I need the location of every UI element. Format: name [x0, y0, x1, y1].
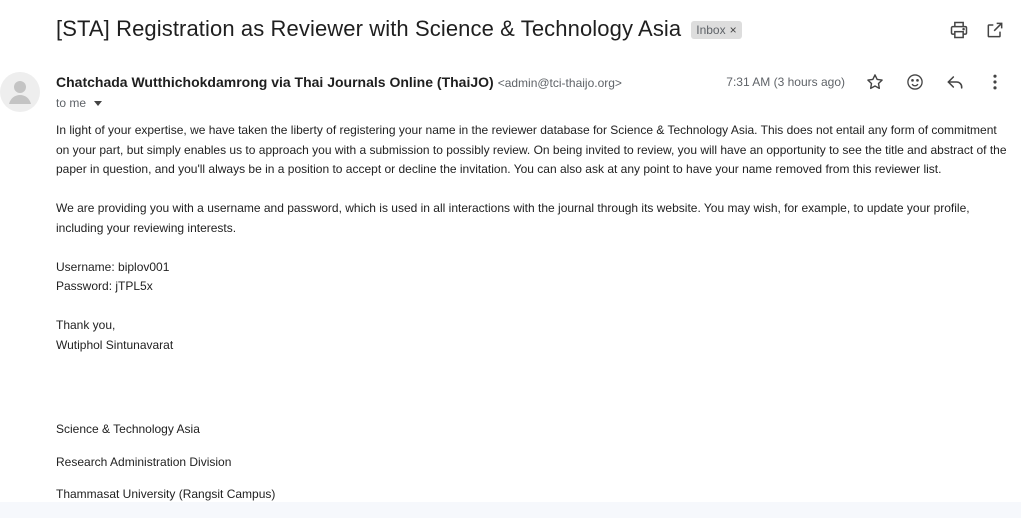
signature-org: Science & Technology Asia: [56, 422, 200, 436]
email-subject: [STA] Registration as Reviewer with Scie…: [56, 16, 682, 41]
sender-email: <admin@tci-thaijo.org>: [497, 76, 622, 90]
recipient-details-toggle[interactable]: to me: [56, 96, 103, 110]
password-line: Password: jTPL5x: [56, 279, 153, 293]
sender-name[interactable]: Chatchada Wutthichokdamrong via Thai Jou…: [56, 74, 494, 90]
message-actions: [865, 72, 1005, 92]
signature-division: Research Administration Division: [56, 455, 232, 469]
label-text: Inbox: [696, 23, 726, 37]
recipient-text: to me: [56, 96, 87, 110]
top-actions: [949, 20, 1005, 40]
body-paragraph-2: We are providing you with a username and…: [56, 201, 970, 235]
remove-label-button[interactable]: ×: [730, 23, 737, 37]
more-vertical-icon[interactable]: [985, 72, 1005, 92]
bottom-bar: [0, 502, 1021, 518]
email-body: In light of your expertise, we have take…: [56, 121, 1011, 355]
message-meta: 7:31 AM (3 hours ago): [726, 72, 1005, 92]
person-avatar-icon: [9, 81, 31, 104]
signature-university: Thammasat University (Rangsit Campus): [56, 487, 276, 501]
username-line: Username: biplov001: [56, 259, 170, 274]
sender-avatar[interactable]: [0, 72, 40, 112]
star-icon[interactable]: [865, 72, 885, 92]
signer-name: Wutiphol Sintunavarat: [56, 337, 174, 352]
print-icon[interactable]: [949, 20, 969, 40]
message-timestamp: 7:31 AM (3 hours ago): [726, 75, 845, 89]
open-in-new-window-icon[interactable]: [985, 20, 1005, 40]
emoji-reaction-icon[interactable]: [905, 72, 925, 92]
body-paragraph-1: In light of your expertise, we have take…: [56, 123, 1007, 176]
chevron-down-icon[interactable]: [94, 101, 103, 106]
reply-icon[interactable]: [945, 72, 965, 92]
inbox-label-chip[interactable]: Inbox ×: [691, 21, 742, 39]
sender-row: Chatchada Wutthichokdamrong via Thai Jou…: [56, 74, 622, 90]
closing-line: Thank you,: [56, 318, 116, 332]
email-subject-row: [STA] Registration as Reviewer with Scie…: [56, 16, 742, 42]
